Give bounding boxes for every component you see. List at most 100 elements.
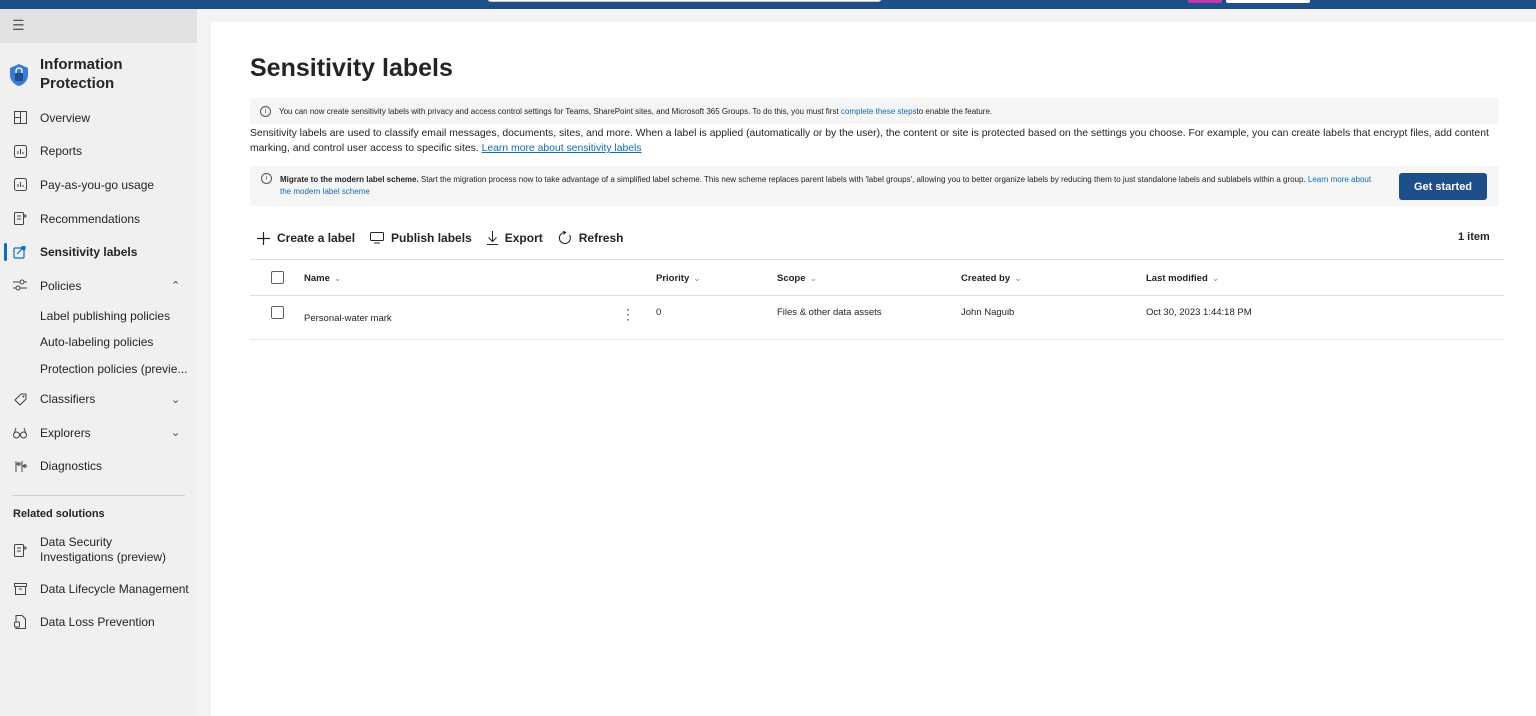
cell-created-by: John Naguib xyxy=(961,307,1015,318)
sidebar-item-data-lifecycle[interactable]: Data Lifecycle Management xyxy=(0,572,197,605)
sidebar: ☰ Information Protection Overview Report… xyxy=(0,9,197,716)
sidebar-subitem-protection-policies[interactable]: Protection policies (previe... xyxy=(0,356,197,383)
refresh-icon xyxy=(558,231,572,245)
migrate-message-bar: i Migrate to the modern label scheme. St… xyxy=(250,166,1499,206)
sidebar-item-diagnostics[interactable]: Diagnostics xyxy=(0,450,197,484)
diagnostics-icon xyxy=(12,458,28,474)
sidebar-item-data-security-investigations[interactable]: Data Security Investigations (preview) xyxy=(0,528,197,572)
policies-icon xyxy=(12,278,28,294)
related-solutions-heading: Related solutions xyxy=(13,508,105,521)
sidebar-subitem-label-publishing[interactable]: Label publishing policies xyxy=(0,303,197,330)
page-title: Sensitivity labels xyxy=(250,54,453,82)
sidebar-item-label: Sensitivity labels xyxy=(40,245,138,260)
description-text: Sensitivity labels are used to classify … xyxy=(250,128,1489,154)
chevron-up-icon[interactable]: ⌃ xyxy=(171,279,180,292)
sidebar-item-pay-as-you-go[interactable]: Pay-as-you-go usage xyxy=(0,168,197,202)
publish-labels-button[interactable]: Publish labels xyxy=(370,231,472,245)
info-text: You can now create sensitivity labels wi… xyxy=(279,106,839,116)
table-row[interactable]: Personal-water mark ⋮ 0 Files & other da… xyxy=(250,296,1504,340)
binoculars-icon xyxy=(12,425,28,441)
sidebar-item-data-loss-prevention[interactable]: Data Loss Prevention xyxy=(0,605,197,638)
row-checkbox[interactable] xyxy=(271,306,284,319)
sidebar-item-label: Investigations (preview) xyxy=(40,550,167,565)
info-message-bar: i You can now create sensitivity labels … xyxy=(250,98,1499,124)
sidebar-item-overview[interactable]: Overview xyxy=(0,101,197,135)
reports-icon xyxy=(12,143,28,159)
hamburger-icon[interactable]: ☰ xyxy=(12,18,25,34)
column-header-text: Priority xyxy=(656,273,690,284)
info-icon: i xyxy=(260,105,271,117)
main-panel: Sensitivity labels i You can now create … xyxy=(211,22,1536,716)
data-loss-prevention-icon xyxy=(12,614,28,630)
command-bar: Create a label Publish labels Export Ref… xyxy=(257,226,638,250)
sidebar-item-label: Explorers xyxy=(40,425,91,440)
export-button[interactable]: Export xyxy=(486,231,543,245)
sidebar-item-label: Data Lifecycle Management xyxy=(40,581,189,596)
sidebar-item-policies[interactable]: Policies ⌃ xyxy=(0,269,197,303)
recommendations-icon xyxy=(12,211,28,227)
hamburger-row: ☰ xyxy=(0,9,197,43)
search-box[interactable] xyxy=(487,0,882,2)
chevron-down-icon: ⌄ xyxy=(809,273,818,283)
migrate-text: Migrate to the modern label scheme. Star… xyxy=(280,174,1380,198)
usage-icon xyxy=(12,177,28,193)
archive-icon xyxy=(12,581,28,597)
migrate-body: Start the migration process now to take … xyxy=(418,175,1308,184)
download-icon xyxy=(486,231,498,245)
column-header-priority[interactable]: Priority ⌄ xyxy=(656,273,701,284)
create-label-button[interactable]: Create a label xyxy=(257,231,355,245)
chevron-down-icon[interactable]: ⌄ xyxy=(171,393,180,406)
chevron-down-icon: ⌄ xyxy=(1211,273,1220,283)
sidebar-item-sensitivity-labels[interactable]: Sensitivity labels xyxy=(0,235,197,269)
migrate-bold: Migrate to the modern label scheme. xyxy=(280,175,419,184)
top-bar xyxy=(0,0,1536,9)
investigations-icon xyxy=(12,542,28,558)
column-header-name[interactable]: Name ⌄ xyxy=(304,273,341,284)
sidebar-item-reports[interactable]: Reports xyxy=(0,135,197,169)
complete-steps-link[interactable]: complete these steps xyxy=(841,107,917,116)
learn-more-link[interactable]: Learn more about sensitivity labels xyxy=(482,143,642,154)
column-header-created-by[interactable]: Created by ⌄ xyxy=(961,273,1022,284)
sidebar-item-label: Pay-as-you-go usage xyxy=(40,177,155,192)
sidebar-item-classifiers[interactable]: Classifiers ⌄ xyxy=(0,382,197,416)
column-header-last-modified[interactable]: Last modified ⌄ xyxy=(1146,273,1219,284)
create-label-text: Create a label xyxy=(277,231,356,245)
sidebar-subitem-auto-labeling[interactable]: Auto-labeling policies xyxy=(0,329,197,356)
top-bar-button[interactable] xyxy=(1226,0,1310,3)
profile-badge[interactable] xyxy=(1188,0,1222,3)
app-title-line1: Information xyxy=(40,56,123,73)
labels-table: Name ⌄ Priority ⌄ Scope ⌄ Created by ⌄ Last … xyxy=(250,259,1504,340)
more-options-icon[interactable]: ⋮ xyxy=(621,307,635,321)
overview-icon xyxy=(12,110,28,126)
column-header-text: Name xyxy=(304,273,330,284)
chevron-down-icon[interactable]: ⌄ xyxy=(171,426,180,439)
publish-labels-text: Publish labels xyxy=(391,231,472,245)
page-description: Sensitivity labels are used to classify … xyxy=(250,126,1510,156)
sidebar-item-label: Policies xyxy=(40,278,82,293)
column-header-text: Last modified xyxy=(1146,273,1208,284)
cell-name[interactable]: Personal-water mark xyxy=(304,313,392,324)
chevron-down-icon: ⌄ xyxy=(1014,273,1022,283)
column-header-scope[interactable]: Scope ⌄ xyxy=(777,273,817,284)
sidebar-item-label: Recommendations xyxy=(40,211,141,226)
item-count: 1 item xyxy=(1458,231,1490,243)
app-title: Information Protection xyxy=(0,43,197,101)
get-started-button[interactable]: Get started xyxy=(1399,173,1487,200)
sensitivity-labels-icon xyxy=(12,244,28,260)
chevron-down-icon: ⌄ xyxy=(693,273,701,283)
sidebar-item-label: Classifiers xyxy=(40,392,96,407)
sidebar-item-recommendations[interactable]: Recommendations xyxy=(0,202,197,236)
column-header-text: Scope xyxy=(777,273,806,284)
cell-scope: Files & other data assets xyxy=(777,307,882,318)
export-text: Export xyxy=(504,231,543,245)
plus-icon xyxy=(257,231,270,245)
sidebar-item-label: Overview xyxy=(40,110,91,125)
information-protection-logo-icon xyxy=(10,64,28,86)
sidebar-item-label: Data Loss Prevention xyxy=(40,614,155,629)
sidebar-item-explorers[interactable]: Explorers ⌄ xyxy=(0,416,197,450)
sidebar-item-label: Diagnostics xyxy=(40,459,103,474)
info-text-end: to enable the feature. xyxy=(916,106,993,116)
select-all-checkbox[interactable] xyxy=(271,271,284,284)
cell-priority: 0 xyxy=(656,307,662,318)
refresh-button[interactable]: Refresh xyxy=(558,231,623,245)
